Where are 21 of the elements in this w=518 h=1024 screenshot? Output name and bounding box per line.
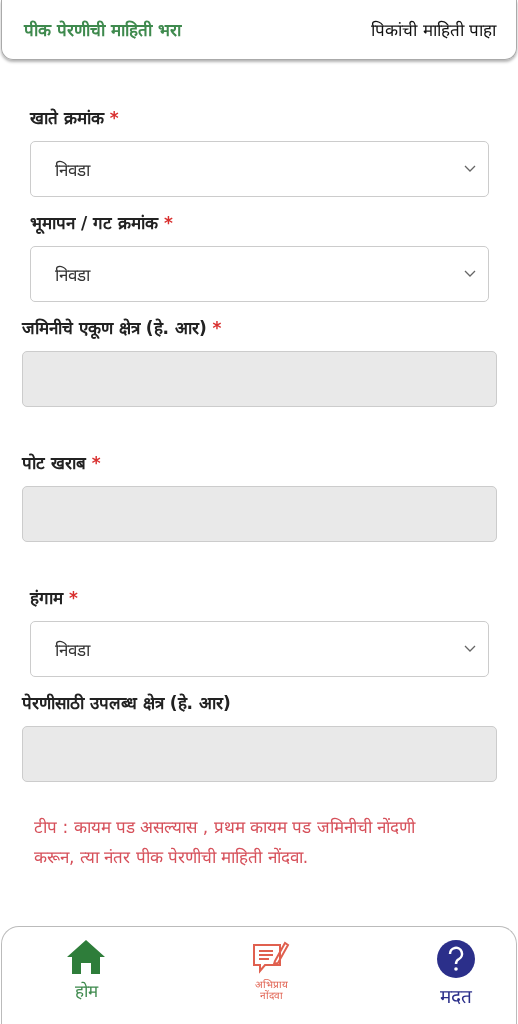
tab[interactable]: पिकांची माहिती पाहा: [371, 14, 496, 45]
nav-item[interactable]: अभिप्राय नोंदवा: [251, 939, 291, 1024]
field-label: हंगाम *: [30, 588, 78, 608]
field-label: खाते क्रमांक *: [30, 108, 119, 128]
dropdown[interactable]: निवडा: [30, 246, 489, 302]
chevron-icon: [464, 165, 476, 173]
home-icon: [66, 939, 106, 975]
nav-item[interactable]: होम: [66, 939, 106, 1024]
chevron-icon: [464, 270, 476, 278]
dropdown[interactable]: निवडा: [30, 621, 489, 677]
field-label: भूमापन / गट क्रमांक *: [30, 213, 173, 233]
nav-item[interactable]: मदत: [436, 939, 476, 1024]
field-label: पोट खराब *: [22, 453, 101, 473]
field-label: जमिनीचे एकूण क्षेत्र (हे. आर) *: [22, 318, 222, 338]
field-label: पेरणीसाठी उपलब्ध क्षेत्र (हे. आर): [22, 693, 231, 713]
chevron-icon: [464, 645, 476, 653]
note-pencil-icon: [251, 939, 291, 975]
help-icon: [436, 939, 476, 979]
tab[interactable]: पीक पेरणीची माहिती भरा: [24, 14, 181, 45]
note-text: टीप : कायम पड असल्यास , प्रथम कायम पड जमिनीची नोंदणी करून, त्या नंतर पीक पेरणीची माहिती नोंदवा.: [33, 816, 417, 869]
dropdown[interactable]: निवडा: [30, 141, 489, 197]
